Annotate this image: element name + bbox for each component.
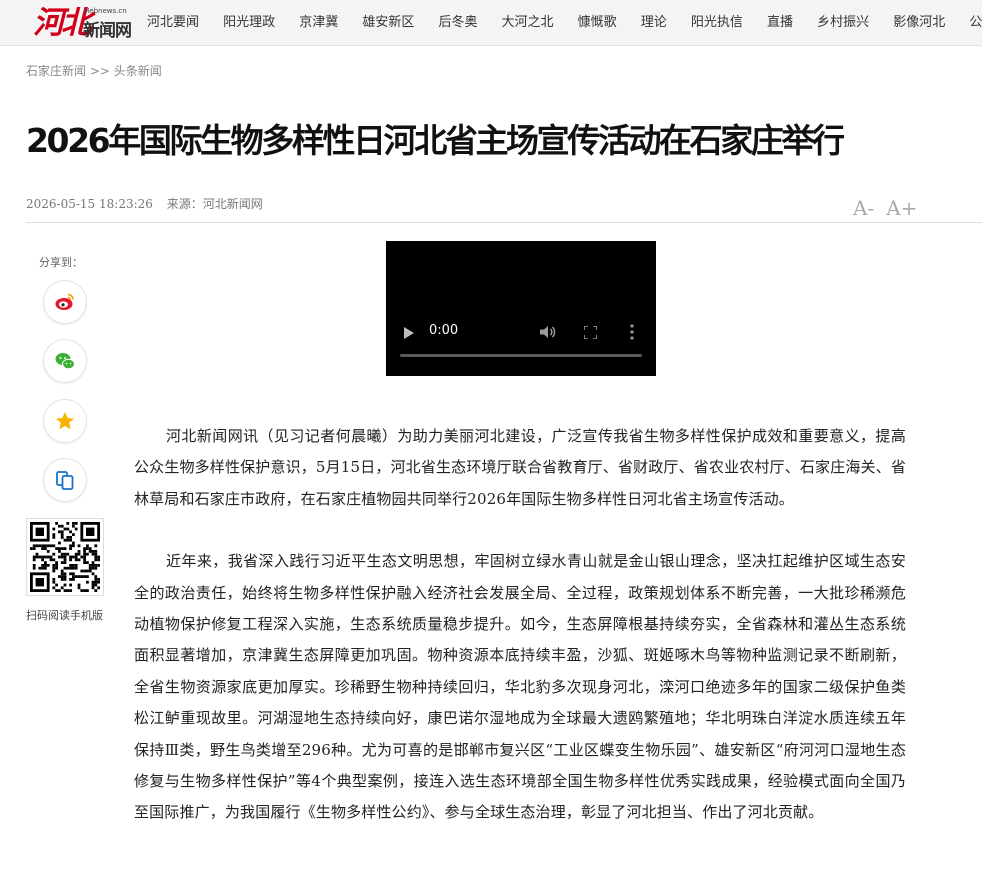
qr-code [26, 518, 104, 596]
font-decrease-button[interactable]: A- [853, 196, 874, 220]
favorite-star-icon [56, 412, 74, 430]
more-options-icon[interactable] [630, 324, 634, 340]
nav-item-xiongan[interactable]: 雄安新区 [362, 0, 414, 45]
nav-item-image-hebei[interactable]: 影像河北 [893, 0, 945, 45]
favorite-button[interactable] [43, 399, 87, 443]
nav-item-rural-revitalization[interactable]: 乡村振兴 [817, 0, 869, 45]
fullscreen-icon[interactable] [584, 326, 597, 339]
article-body: 河北新闻网讯（见习记者何晨曦）为助力美丽河北建设，广泛宣传我省生物多样性保护成效… [134, 421, 906, 860]
font-increase-button[interactable]: A+ [886, 196, 917, 220]
nav-item-live[interactable]: 直播 [767, 0, 793, 45]
play-icon[interactable] [404, 327, 414, 339]
font-size-controls: A- A+ [853, 196, 929, 220]
article-paragraph: 近年来，我省深入践行习近平生态文明思想，牢固树立绿水青山就是金山银山理念，坚决扛… [134, 552, 906, 822]
nav-item-hebei-news[interactable]: 河北要闻 [147, 0, 199, 45]
copy-link-button[interactable] [43, 458, 87, 502]
nav-item-jingjinji[interactable]: 京津冀 [299, 0, 338, 45]
article-paragraph: 河北新闻网讯（见习记者何晨曦）为助力美丽河北建设，广泛宣传我省生物多样性保护成效… [134, 427, 906, 508]
breadcrumb[interactable]: 石家庄新闻 >> 头条新闻 [26, 62, 162, 79]
logo-domain: Hebnews.cn [84, 7, 127, 15]
nav-item-sunshine-governance[interactable]: 阳光理政 [223, 0, 275, 45]
logo-site-name: 新闻网 [83, 21, 132, 41]
header-divider [26, 222, 982, 223]
logo-mark: 河北 [33, 5, 92, 41]
top-nav-bar: 河北 Hebnews.cn 新闻网 河北要闻 阳光理政 京津冀 雄安新区 后冬奥… [0, 0, 982, 46]
article-source: 来源：河北新闻网 [166, 197, 263, 211]
share-weibo-button[interactable] [43, 280, 87, 324]
nav-item-dahe-zhibei[interactable]: 大河之北 [502, 0, 554, 45]
wechat-icon [55, 353, 75, 370]
video-progress-bar[interactable] [400, 354, 642, 357]
video-time: 0:00 [429, 323, 459, 338]
publish-datetime: 2026-05-15 18:23:26 [26, 197, 153, 211]
nav-item-sunshine-enforcement[interactable]: 阳光执信 [691, 0, 743, 45]
video-player[interactable]: 0:00 [386, 241, 656, 376]
qr-caption: 扫码阅读手机版 [26, 609, 103, 622]
nav-item-post-olympics[interactable]: 后冬奥 [438, 0, 477, 45]
nav-item-public-welfare[interactable]: 公益 [969, 0, 982, 45]
nav-item-kangkai-ge[interactable]: 慷慨歌 [578, 0, 617, 45]
share-label: 分享到： [39, 256, 83, 269]
main-nav: 河北要闻 阳光理政 京津冀 雄安新区 后冬奥 大河之北 慷慨歌 理论 阳光执信 … [147, 0, 982, 45]
article-meta: 2026-05-15 18:23:26 来源：河北新闻网 [26, 195, 273, 212]
weibo-icon [55, 293, 74, 310]
nav-item-theory[interactable]: 理论 [641, 0, 667, 45]
volume-icon[interactable] [540, 325, 556, 339]
share-wechat-button[interactable] [43, 339, 87, 383]
article-title: 2026年国际生物多样性日河北省主场宣传活动在石家庄举行 [26, 121, 845, 160]
copy-link-icon [56, 471, 74, 490]
site-logo[interactable]: 河北 Hebnews.cn 新闻网 [33, 4, 133, 42]
qr-code-image [27, 519, 103, 595]
